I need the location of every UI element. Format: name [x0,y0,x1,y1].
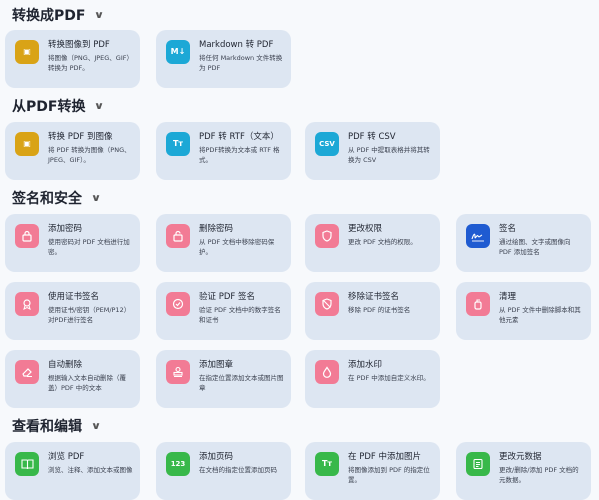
section-title: 签名和安全 [12,191,82,207]
text-icon: Tт [315,452,339,476]
card-title: PDF 转 RTF（文本） [199,132,279,142]
card-title: 自动删除 [48,360,83,370]
tool-card-add-watermark[interactable]: 添加水印 在 PDF 中添加自定义水印。 [305,350,440,408]
card-title: PDF 转 CSV [348,132,396,142]
chevron-down-icon[interactable]: ∨ [94,101,105,112]
metadata-icon [466,452,490,476]
card-description: 将PDF转换为文本或 RTF 格式。 [199,146,280,164]
card-title: Markdown 转 PDF [199,40,274,50]
section-header-convert-to-pdf[interactable]: 转换成PDF ∨ [12,5,105,25]
chevron-down-icon[interactable]: ∨ [94,10,105,21]
card-title: 清理 [499,292,517,302]
tool-card-add-image[interactable]: Tт 在 PDF 中添加图片 将图像添加到 PDF 的指定位置。 [305,442,440,500]
card-title: 转换 PDF 到图像 [48,132,113,142]
card-description: 更改/删除/添加 PDF 文档的元数据。 [499,466,579,484]
tool-card-markdown-to-pdf[interactable]: M↓ Markdown 转 PDF 将任何 Markdown 文件转换为 PDF [156,30,291,88]
signature-icon [466,224,490,248]
card-description: 将 PDF 转换为图像（PNG、JPEG、GIF）。 [48,146,131,164]
card-description: 将图像添加到 PDF 的指定位置。 [348,466,430,484]
markdown-icon: M↓ [166,40,190,64]
chevron-down-icon[interactable]: ∨ [91,421,102,432]
section-header-view-edit[interactable]: 查看和编辑 ∨ [12,416,102,436]
tool-card-verify-signature[interactable]: 验证 PDF 签名 验证 PDF 文档中的数字签名和证书 [156,282,291,340]
tool-card-remove-cert-sign[interactable]: 移除证书签名 移除 PDF 的证书签名 [305,282,440,340]
tool-card-cert-sign[interactable]: 使用证书签名 使用证书/密钥（PEM/P12）对PDF进行签名 [5,282,140,340]
card-description: 移除 PDF 的证书签名 [348,306,411,314]
card-title: 签名 [499,224,517,234]
tool-card-change-permissions[interactable]: 更改权限 更改 PDF 文档的权限。 [305,214,440,272]
image-icon: ▣ [15,40,39,64]
chevron-down-icon[interactable]: ∨ [91,193,102,204]
tool-card-add-password[interactable]: 添加密码 使用密码对 PDF 文档进行加密。 [5,214,140,272]
card-title: 添加页码 [199,452,234,462]
card-description: 从 PDF 中提取表格并将其转换为 CSV [348,146,430,164]
tool-card-auto-redact[interactable]: 自动删除 根据输入文本自动删除（覆盖）PDF 中的文本 [5,350,140,408]
sanitize-icon [466,292,490,316]
lock-icon [15,224,39,248]
card-description: 将图像（PNG、JPEG、GIF）转换为 PDF。 [48,54,133,72]
tool-card-change-metadata[interactable]: 更改元数据 更改/删除/添加 PDF 文档的元数据。 [456,442,591,500]
tool-card-remove-password[interactable]: 删除密码 从 PDF 文档中移除密码保护。 [156,214,291,272]
card-description: 根据输入文本自动删除（覆盖）PDF 中的文本 [48,374,126,392]
section-title: 查看和编辑 [12,419,82,435]
card-description: 从 PDF 文件中删除脚本和其他元素 [499,306,581,324]
csv-icon: CSV [315,132,339,156]
card-title: 删除密码 [199,224,234,234]
image-icon: ▣ [15,132,39,156]
card-title: 使用证书签名 [48,292,100,302]
tool-card-view-pdf[interactable]: 浏览 PDF 浏览、注释、添加文本或图像 [5,442,140,500]
card-description: 使用密码对 PDF 文档进行加密。 [48,238,130,256]
card-description: 在 PDF 中添加自定义水印。 [348,374,430,382]
card-description: 浏览、注释、添加文本或图像 [48,466,133,474]
card-description: 验证 PDF 文档中的数字签名和证书 [199,306,281,324]
stamp-icon [166,360,190,384]
eraser-icon [15,360,39,384]
section-title: 转换成PDF [12,8,86,24]
tool-card-pdf-to-image[interactable]: ▣ 转换 PDF 到图像 将 PDF 转换为图像（PNG、JPEG、GIF）。 [5,122,140,180]
tool-card-pdf-to-csv[interactable]: CSV PDF 转 CSV 从 PDF 中提取表格并将其转换为 CSV [305,122,440,180]
tool-card-sign[interactable]: 签名 通过绘图、文字或图像向 PDF 添加签名 [456,214,591,272]
card-description: 将任何 Markdown 文件转换为 PDF [199,54,283,72]
text-icon: Tт [166,132,190,156]
watermark-icon [315,360,339,384]
book-icon [15,452,39,476]
verify-icon [166,292,190,316]
card-title: 添加水印 [348,360,383,370]
unlock-icon [166,224,190,248]
tool-card-sanitize[interactable]: 清理 从 PDF 文件中删除脚本和其他元素 [456,282,591,340]
card-description: 通过绘图、文字或图像向 PDF 添加签名 [499,238,571,256]
section-title: 从PDF转换 [12,99,86,115]
certificate-icon [15,292,39,316]
card-title: 在 PDF 中添加图片 [348,452,421,462]
remove-cert-icon [315,292,339,316]
card-description: 更改 PDF 文档的权限。 [348,238,417,246]
card-title: 转换图像到 PDF [48,40,110,50]
card-description: 在指定位置添加文本或图片图章 [199,374,284,392]
numbers-icon: 123 [166,452,190,476]
card-description: 从 PDF 文档中移除密码保护。 [199,238,275,256]
section-header-sign-security[interactable]: 签名和安全 ∨ [12,188,102,208]
tool-card-pdf-to-rtf[interactable]: Tт PDF 转 RTF（文本） 将PDF转换为文本或 RTF 格式。 [156,122,291,180]
tool-card-add-stamp[interactable]: 添加图章 在指定位置添加文本或图片图章 [156,350,291,408]
tool-card-add-page-numbers[interactable]: 123 添加页码 在文档的指定位置添加页码 [156,442,291,500]
card-title: 添加密码 [48,224,83,234]
card-title: 更改元数据 [499,452,542,462]
card-title: 浏览 PDF [48,452,85,462]
tool-card-image-to-pdf[interactable]: ▣ 转换图像到 PDF 将图像（PNG、JPEG、GIF）转换为 PDF。 [5,30,140,88]
card-title: 更改权限 [348,224,383,234]
card-title: 移除证书签名 [348,292,400,302]
card-title: 添加图章 [199,360,234,370]
section-header-convert-from-pdf[interactable]: 从PDF转换 ∨ [12,96,105,116]
card-description: 在文档的指定位置添加页码 [199,466,277,474]
card-description: 使用证书/密钥（PEM/P12）对PDF进行签名 [48,306,131,324]
shield-icon [315,224,339,248]
card-title: 验证 PDF 签名 [199,292,255,302]
